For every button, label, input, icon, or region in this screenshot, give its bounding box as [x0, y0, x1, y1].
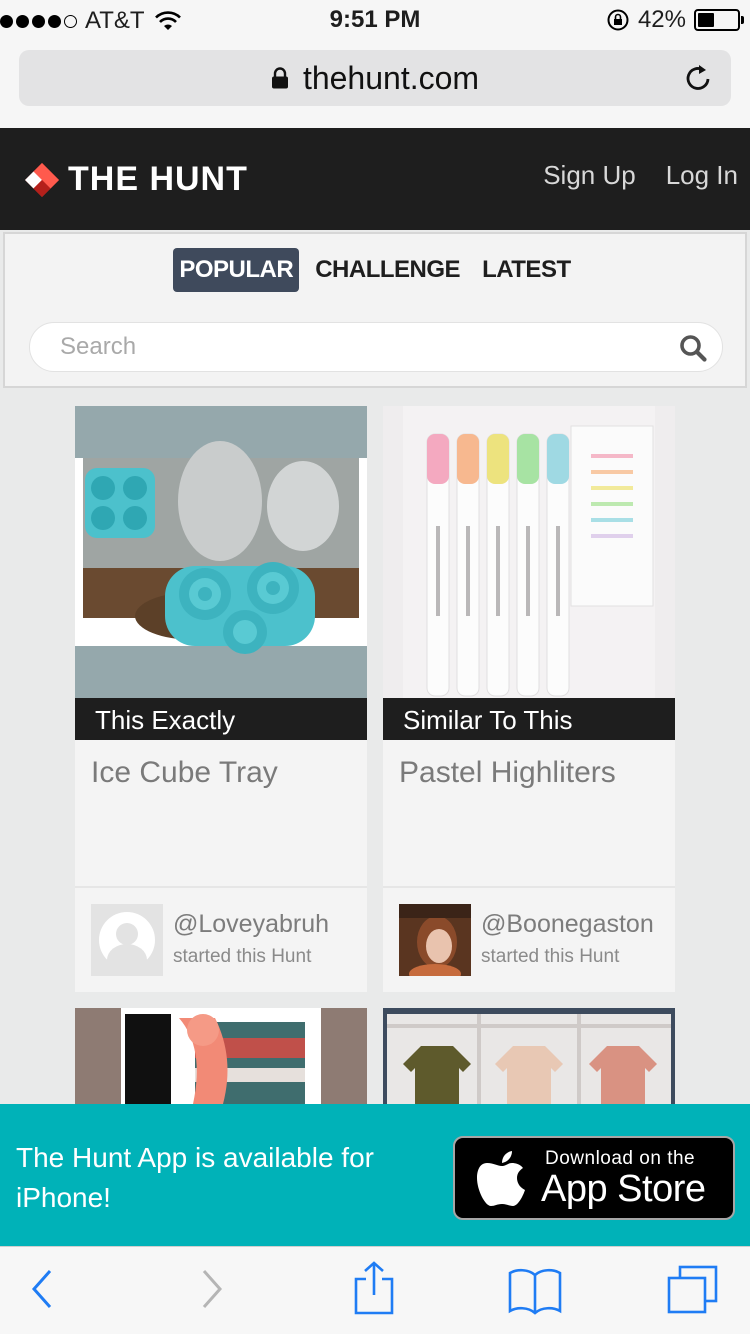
- tab-latest[interactable]: LATEST: [476, 248, 577, 292]
- lock-icon: [271, 67, 288, 89]
- site-header: THE HUNT Sign Up Log In: [0, 128, 750, 230]
- forward-chevron-icon[interactable]: [198, 1267, 224, 1311]
- card-started-text: started this Hunt: [173, 946, 312, 967]
- address-bar[interactable]: thehunt.com: [19, 50, 731, 106]
- tab-challenge[interactable]: CHALLENGE: [309, 248, 466, 292]
- card-title[interactable]: Ice Cube Tray: [91, 756, 278, 790]
- card-image-pastel-highlighters[interactable]: [383, 406, 675, 698]
- card-username[interactable]: @Boonegaston: [481, 910, 654, 939]
- match-type-label: Similar To This: [383, 698, 675, 740]
- card-divider: [383, 886, 675, 888]
- battery-icon: [694, 9, 744, 31]
- search-icon[interactable]: [678, 333, 708, 363]
- share-icon[interactable]: [352, 1261, 396, 1315]
- card-image-scarf-sweater[interactable]: [75, 1008, 367, 1104]
- feed-tabs: POPULAR CHALLENGE LATEST: [5, 248, 745, 292]
- log-in-link[interactable]: Log In: [666, 160, 738, 191]
- card-image-ice-cube-tray[interactable]: [75, 406, 367, 698]
- browser-toolbar: [0, 1246, 750, 1334]
- app-promo-banner: The Hunt App is available for iPhone! Do…: [0, 1104, 750, 1246]
- card-username[interactable]: @Loveyabruh: [173, 910, 329, 939]
- filter-panel: POPULAR CHALLENGE LATEST: [3, 232, 747, 388]
- app-store-button[interactable]: Download on the App Store: [453, 1136, 735, 1220]
- match-type-label: This Exactly: [75, 698, 367, 740]
- card-title[interactable]: Pastel Highliters: [399, 756, 616, 790]
- avatar[interactable]: [91, 904, 163, 976]
- sign-up-link[interactable]: Sign Up: [543, 160, 636, 191]
- default-avatar-icon: [91, 904, 163, 976]
- badge-small-text: Download on the: [545, 1148, 696, 1169]
- card-image-tshirts[interactable]: [383, 1008, 675, 1104]
- tab-popular[interactable]: POPULAR: [173, 248, 300, 292]
- browser-address-area: thehunt.com: [0, 40, 750, 128]
- hunt-card[interactable]: This Exactly Ice Cube Tray @Loveyabruh s…: [75, 406, 367, 992]
- site-logo[interactable]: THE HUNT: [24, 160, 248, 199]
- status-right: 42%: [606, 6, 744, 34]
- header-links: Sign Up Log In: [543, 160, 738, 191]
- reload-icon[interactable]: [683, 62, 715, 94]
- apple-icon: [477, 1151, 525, 1206]
- user-photo-avatar: [399, 904, 471, 976]
- hunt-card[interactable]: [75, 1008, 367, 1104]
- battery-level-fill: [698, 13, 714, 27]
- card-started-text: started this Hunt: [481, 946, 620, 967]
- hunt-card[interactable]: [383, 1008, 675, 1104]
- avatar[interactable]: [399, 904, 471, 976]
- hunt-card[interactable]: Similar To This Pastel Highliters @Boone…: [383, 406, 675, 992]
- logo-diamond-icon: [25, 162, 59, 197]
- url-text: thehunt.com: [302, 59, 480, 96]
- pastel-highlighters-photo: [383, 406, 675, 698]
- battery-percent: 42%: [637, 6, 686, 33]
- bookmarks-icon[interactable]: [508, 1267, 562, 1315]
- card-divider: [75, 886, 367, 888]
- badge-big-text: App Store: [541, 1168, 706, 1210]
- search-input[interactable]: [60, 323, 660, 371]
- status-bar: AT&T 9:51 PM 42%: [0, 0, 750, 40]
- logo-text: THE HUNT: [68, 160, 248, 198]
- back-chevron-icon[interactable]: [30, 1267, 56, 1311]
- search-box: [29, 322, 723, 372]
- orientation-lock-icon: [607, 9, 629, 31]
- tabs-icon[interactable]: [666, 1265, 720, 1315]
- ice-cube-tray-photo: [75, 406, 367, 698]
- banner-text: The Hunt App is available for iPhone!: [16, 1142, 374, 1213]
